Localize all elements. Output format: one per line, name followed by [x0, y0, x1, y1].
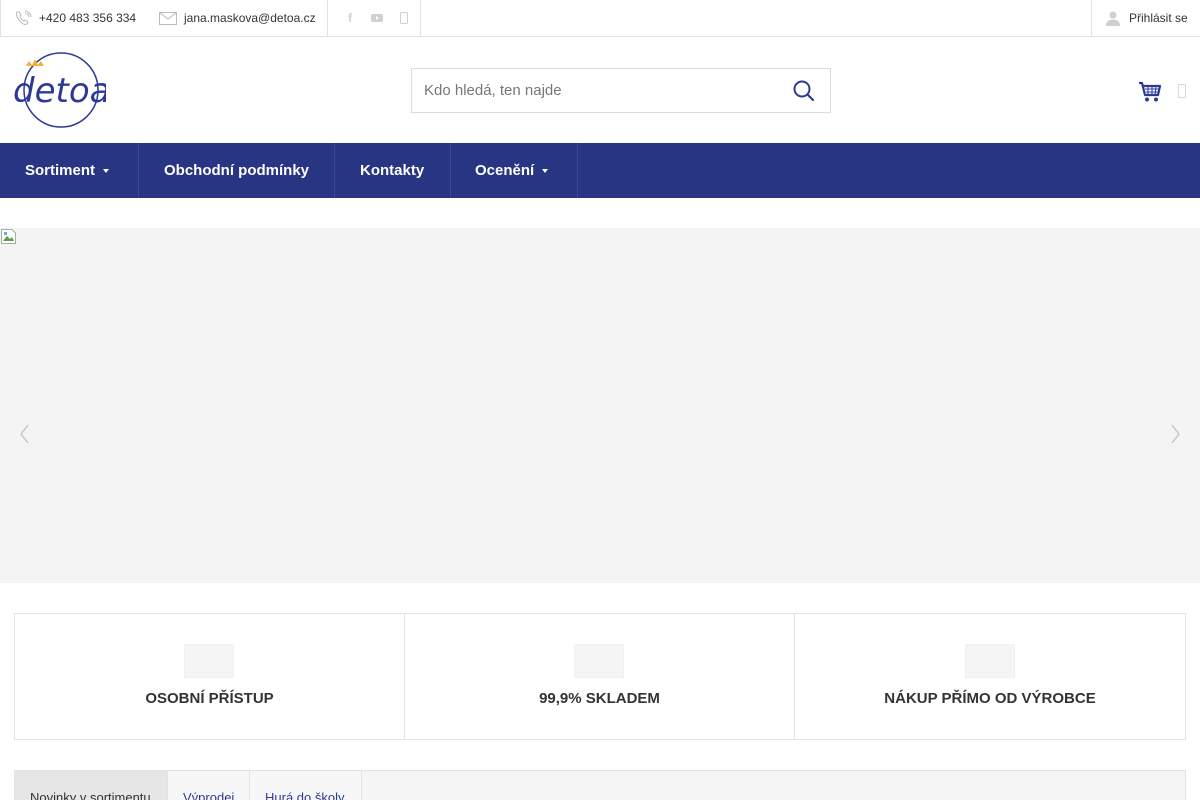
broken-image-icon [1, 229, 16, 244]
nav-item-label: Sortiment [25, 162, 96, 179]
user-icon [1106, 11, 1120, 26]
nav-item-sortiment[interactable]: Sortiment [0, 143, 139, 198]
feature-direct-from-manufacturer: NÁKUP PŘÍMO OD VÝROBCE [795, 614, 1185, 739]
nav-item-label: Ocenění [475, 162, 535, 179]
feature-label: 99,9% SKLADEM [539, 690, 660, 707]
chevron-left-icon [20, 424, 29, 444]
feature-label: NÁKUP PŘÍMO OD VÝROBCE [884, 690, 1096, 707]
search-button[interactable] [792, 79, 816, 103]
search-input[interactable] [412, 69, 772, 112]
social-links: f [343, 0, 424, 36]
topbar-divider [1091, 0, 1092, 36]
product-tabs: Novinky v sortimentu Výprodej Hurá do šk… [14, 770, 1186, 800]
chevron-right-icon [1171, 424, 1180, 444]
top-bar: +420 483 356 334 jana.maskova@detoa.cz f… [0, 0, 1200, 37]
caret-down-icon [103, 168, 110, 173]
email-contact[interactable]: jana.maskova@detoa.cz [159, 0, 316, 36]
login-label: Přihlásit se [1129, 11, 1188, 25]
feature-in-stock: 99,9% SKLADEM [405, 614, 795, 739]
facebook-icon[interactable]: f [343, 11, 357, 25]
detoa-logo[interactable]: detoa [13, 52, 110, 130]
tab-novinky[interactable]: Novinky v sortimentu [15, 771, 168, 800]
envelope-icon [159, 11, 177, 25]
feature-icon [574, 644, 624, 678]
login-link[interactable]: Přihlásit se [1105, 0, 1188, 36]
cart-icon [1139, 81, 1162, 102]
youtube-icon[interactable] [370, 11, 384, 25]
features-strip: OSOBNÍ PŘÍSTUP 99,9% SKLADEM NÁKUP PŘÍMO… [14, 613, 1186, 740]
nav-item-kontakty[interactable]: Kontakty [335, 143, 451, 198]
nav-item-label: Kontakty [360, 162, 425, 179]
tab-vyprodej[interactable]: Výprodej [168, 771, 250, 800]
nav-item-oceneni[interactable]: Ocenění [451, 143, 578, 198]
tab-hura-do-skoly[interactable]: Hurá do školy [250, 771, 362, 800]
nav-item-obchodni-podminky[interactable]: Obchodní podmínky [139, 143, 335, 198]
email-address: jana.maskova@detoa.cz [184, 11, 316, 25]
cart-count-icon[interactable] [1178, 84, 1186, 98]
phone-icon [15, 10, 32, 25]
caret-down-icon [542, 168, 549, 173]
carousel-prev-button[interactable] [18, 423, 32, 445]
cart-button[interactable] [1138, 80, 1162, 104]
carousel-next-button[interactable] [1168, 423, 1182, 445]
instagram-icon[interactable] [397, 11, 411, 25]
topbar-divider [420, 0, 421, 36]
phone-number: +420 483 356 334 [39, 11, 137, 25]
nav-item-label: Obchodní podmínky [164, 162, 309, 179]
tab-label: Výprodej [183, 790, 235, 800]
feature-personal-approach: OSOBNÍ PŘÍSTUP [15, 614, 405, 739]
search-icon [793, 80, 815, 102]
feature-label: OSOBNÍ PŘÍSTUP [145, 690, 274, 707]
logo-text: detoa [14, 71, 106, 111]
feature-icon [965, 644, 1015, 678]
main-navigation: Sortiment Obchodní podmínky Kontakty Oce… [0, 143, 1200, 198]
topbar-divider [327, 0, 328, 36]
tab-label: Hurá do školy [265, 790, 345, 800]
feature-icon [184, 644, 234, 678]
hero-carousel [0, 228, 1200, 583]
tab-label: Novinky v sortimentu [30, 790, 151, 800]
phone-contact[interactable]: +420 483 356 334 [14, 0, 136, 36]
search-box [411, 68, 831, 113]
